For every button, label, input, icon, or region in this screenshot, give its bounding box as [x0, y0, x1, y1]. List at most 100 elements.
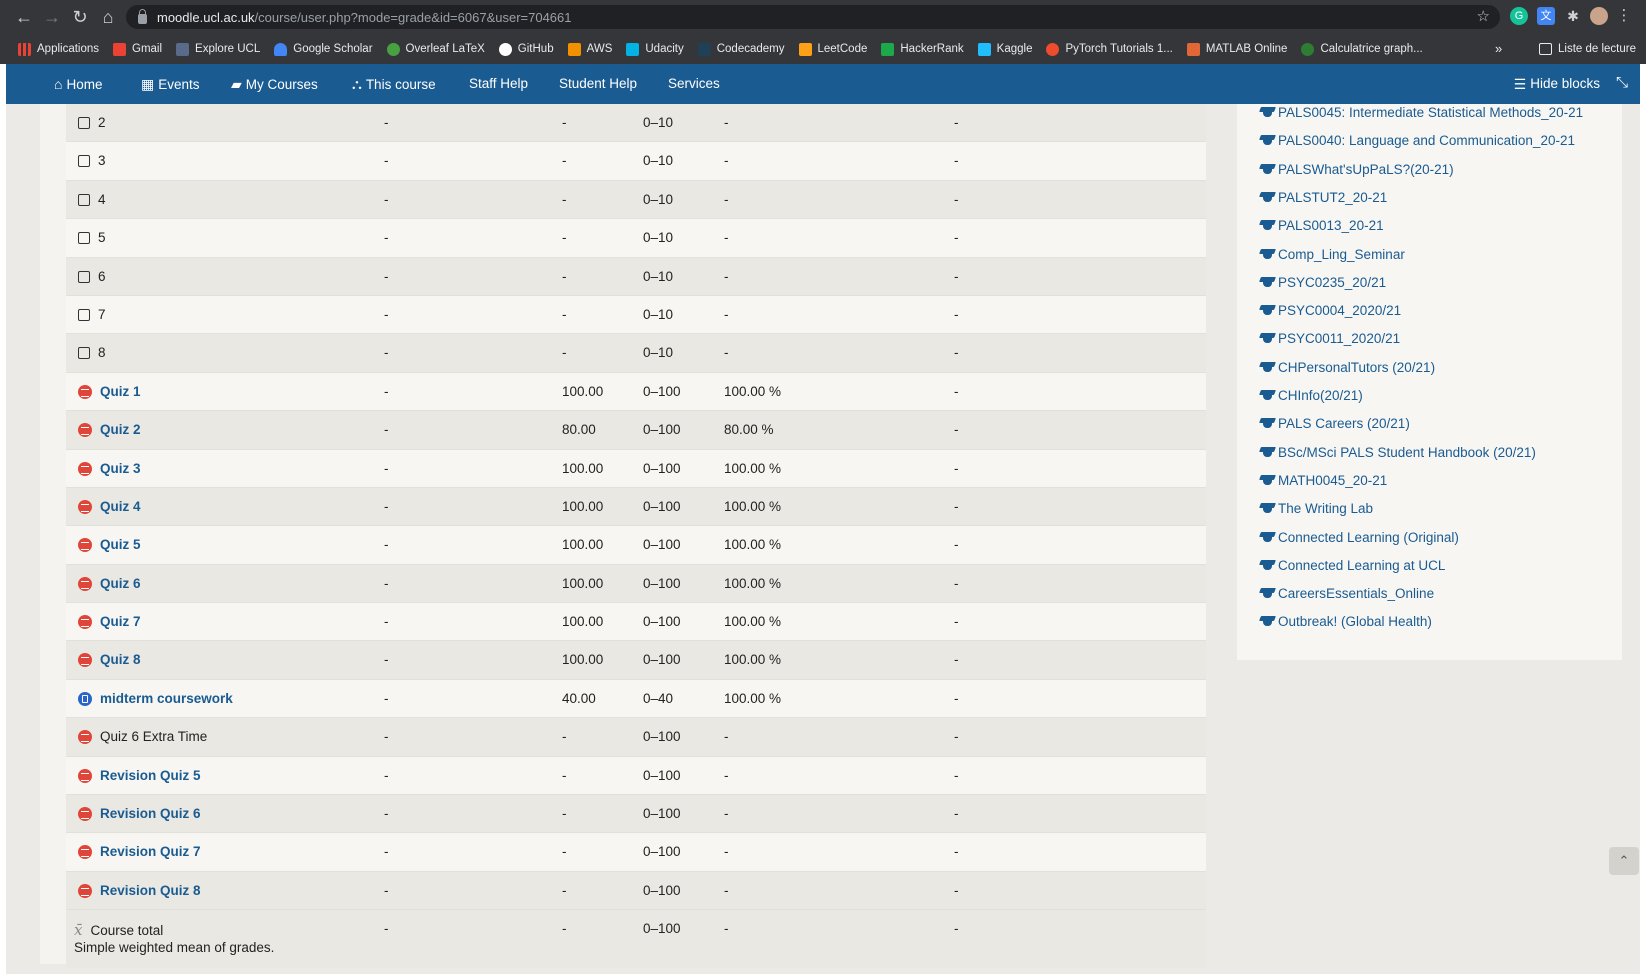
course-link[interactable]: Outbreak! (Global Health): [1259, 614, 1432, 629]
bookmark-aws[interactable]: AWS: [567, 42, 612, 56]
table-row: 7 - - 0–10 - -: [66, 295, 1206, 335]
bookmark-applications[interactable]: Applications: [18, 42, 99, 56]
bookmark-star-icon[interactable]: ☆: [1477, 7, 1490, 25]
percentage-cell: 100.00 %: [724, 652, 782, 668]
nav-home[interactable]: ⌂ Home: [54, 76, 102, 92]
bookmark-codecademy[interactable]: Codecademy: [697, 42, 785, 56]
grade-item-link[interactable]: Quiz 1: [100, 373, 141, 411]
course-link[interactable]: PALS0040: Language and Communication_20-…: [1259, 133, 1575, 148]
grade-item-link[interactable]: Quiz 2: [100, 411, 141, 449]
menu-icon[interactable]: ⋮: [1615, 7, 1633, 25]
reload-icon[interactable]: ↻: [66, 0, 94, 34]
bookmark-calculatrice[interactable]: Calculatrice graph...: [1301, 42, 1423, 56]
percentage-cell: -: [724, 806, 729, 822]
checkbox-icon[interactable]: [78, 270, 90, 283]
range-cell: 0–100: [643, 498, 681, 514]
reading-list[interactable]: Liste de lecture: [1539, 34, 1636, 64]
grade-cell: 100.00: [562, 537, 604, 553]
nav-staff-help[interactable]: Staff Help: [469, 76, 528, 91]
nav-my-courses[interactable]: ▰ My Courses: [231, 76, 318, 93]
range-cell: 0–10: [643, 115, 674, 130]
table-row: Quiz 6 Extra Time - - 0–100 - -: [66, 718, 1206, 757]
address-bar[interactable]: moodle.ucl.ac.uk/course/user.php?mode=gr…: [126, 5, 1500, 29]
grammarly-icon[interactable]: G: [1510, 7, 1528, 25]
grade-item-link[interactable]: midterm coursework: [100, 680, 233, 718]
back-icon[interactable]: ←: [10, 0, 38, 34]
graduation-cap-icon: [1259, 615, 1276, 628]
bookmark-pytorch[interactable]: PyTorch Tutorials 1...: [1046, 42, 1173, 56]
checkbox-icon[interactable]: [78, 308, 90, 321]
course-link[interactable]: The Writing Lab: [1259, 501, 1373, 516]
nav-this-course[interactable]: ⛬ This course: [352, 76, 436, 93]
course-link[interactable]: PALS0013_20-21: [1259, 218, 1384, 233]
course-link[interactable]: PSYC0004_2020/21: [1259, 303, 1401, 318]
bookmark-github[interactable]: GitHub: [498, 42, 554, 56]
grade-item-link[interactable]: Quiz 3: [100, 450, 141, 488]
nav-student-help[interactable]: Student Help: [559, 76, 637, 91]
course-link[interactable]: MATH0045_20-21: [1259, 473, 1387, 488]
grade-item-link[interactable]: Quiz 5: [100, 526, 141, 564]
course-link[interactable]: PALS0045: Intermediate Statistical Metho…: [1259, 105, 1583, 120]
bookmark-explore-ucl[interactable]: Explore UCL: [176, 42, 260, 56]
course-link[interactable]: Comp_Ling_Seminar: [1259, 247, 1405, 262]
grade-item-link[interactable]: Revision Quiz 8: [100, 872, 201, 910]
bookmark-hackerrank[interactable]: HackerRank: [881, 42, 964, 56]
feedback-cell: -: [954, 422, 959, 438]
bookmark-gmail[interactable]: Gmail: [113, 42, 162, 56]
feedback-cell: -: [954, 690, 959, 706]
grade-item-link[interactable]: Quiz 8: [100, 641, 141, 679]
weight-cell: -: [384, 806, 389, 822]
grade-cell: 100.00: [562, 460, 604, 476]
grade-item-link[interactable]: Quiz 6: [100, 565, 141, 603]
grade-item-name: Quiz 6 Extra Time: [78, 718, 207, 756]
course-link[interactable]: PALSTUT2_20-21: [1259, 190, 1387, 205]
course-link[interactable]: BSc/MSci PALS Student Handbook (20/21): [1259, 445, 1536, 460]
bookmarks-overflow-icon[interactable]: »: [1495, 41, 1502, 56]
course-link[interactable]: CHInfo(20/21): [1259, 388, 1363, 403]
grade-cell: 100.00: [562, 652, 604, 668]
extensions-icon[interactable]: ✱: [1564, 7, 1582, 25]
feedback-cell: -: [954, 882, 959, 898]
fullscreen-icon[interactable]: ⤡: [1616, 74, 1628, 91]
course-link-label: Connected Learning (Original): [1278, 529, 1459, 545]
grade-item-link[interactable]: Revision Quiz 5: [100, 757, 201, 795]
profile-avatar[interactable]: [1590, 7, 1608, 25]
nav-events[interactable]: ▦ Events: [141, 76, 200, 93]
checkbox-icon[interactable]: [78, 155, 90, 168]
bookmark-leetcode[interactable]: LeetCode: [798, 42, 867, 56]
nav-services[interactable]: Services: [668, 76, 720, 91]
course-link[interactable]: PSYC0011_2020/21: [1259, 331, 1400, 346]
weight-cell: -: [384, 345, 389, 361]
checkbox-icon[interactable]: [78, 347, 90, 360]
forward-icon[interactable]: →: [38, 0, 66, 34]
calendar-icon: ▦: [141, 76, 155, 92]
course-link[interactable]: Connected Learning at UCL: [1259, 558, 1445, 573]
checkbox-icon[interactable]: [78, 232, 90, 245]
grade-item-name: Quiz 6: [78, 565, 141, 603]
bookmark-overleaf[interactable]: Overleaf LaTeX: [386, 42, 485, 56]
course-link[interactable]: CHPersonalTutors (20/21): [1259, 360, 1435, 375]
bookmark-matlab[interactable]: MATLAB Online: [1186, 42, 1287, 56]
grade-item-link[interactable]: Quiz 4: [100, 488, 141, 526]
percentage-cell: -: [724, 115, 729, 130]
grade-item-link[interactable]: Quiz 7: [100, 603, 141, 641]
grade-item-link[interactable]: Revision Quiz 6: [100, 795, 201, 833]
grade-item-name: Quiz 4: [78, 488, 141, 526]
graduation-cap-icon: [1259, 474, 1276, 487]
bookmark-kaggle[interactable]: Kaggle: [977, 42, 1032, 56]
course-link[interactable]: PSYC0235_20/21: [1259, 275, 1386, 290]
home-icon[interactable]: ⌂: [94, 0, 122, 34]
course-link[interactable]: PALSWhat'sUpPaLS?(20-21): [1259, 162, 1454, 177]
course-link[interactable]: CareersEssentials_Online: [1259, 586, 1434, 601]
translate-icon[interactable]: 文: [1537, 7, 1555, 25]
quiz-icon: [78, 615, 92, 630]
hide-blocks-button[interactable]: ☰ Hide blocks: [1514, 64, 1600, 104]
checkbox-icon[interactable]: [78, 193, 90, 206]
checkbox-icon[interactable]: [78, 117, 90, 129]
bookmark-google-scholar[interactable]: Google Scholar: [274, 42, 373, 56]
grade-item-link[interactable]: Revision Quiz 7: [100, 833, 201, 871]
bookmark-udacity[interactable]: Udacity: [626, 42, 684, 56]
course-link[interactable]: PALS Careers (20/21): [1259, 416, 1410, 431]
back-to-top-button[interactable]: ⌃: [1609, 847, 1639, 875]
course-link[interactable]: Connected Learning (Original): [1259, 530, 1459, 545]
